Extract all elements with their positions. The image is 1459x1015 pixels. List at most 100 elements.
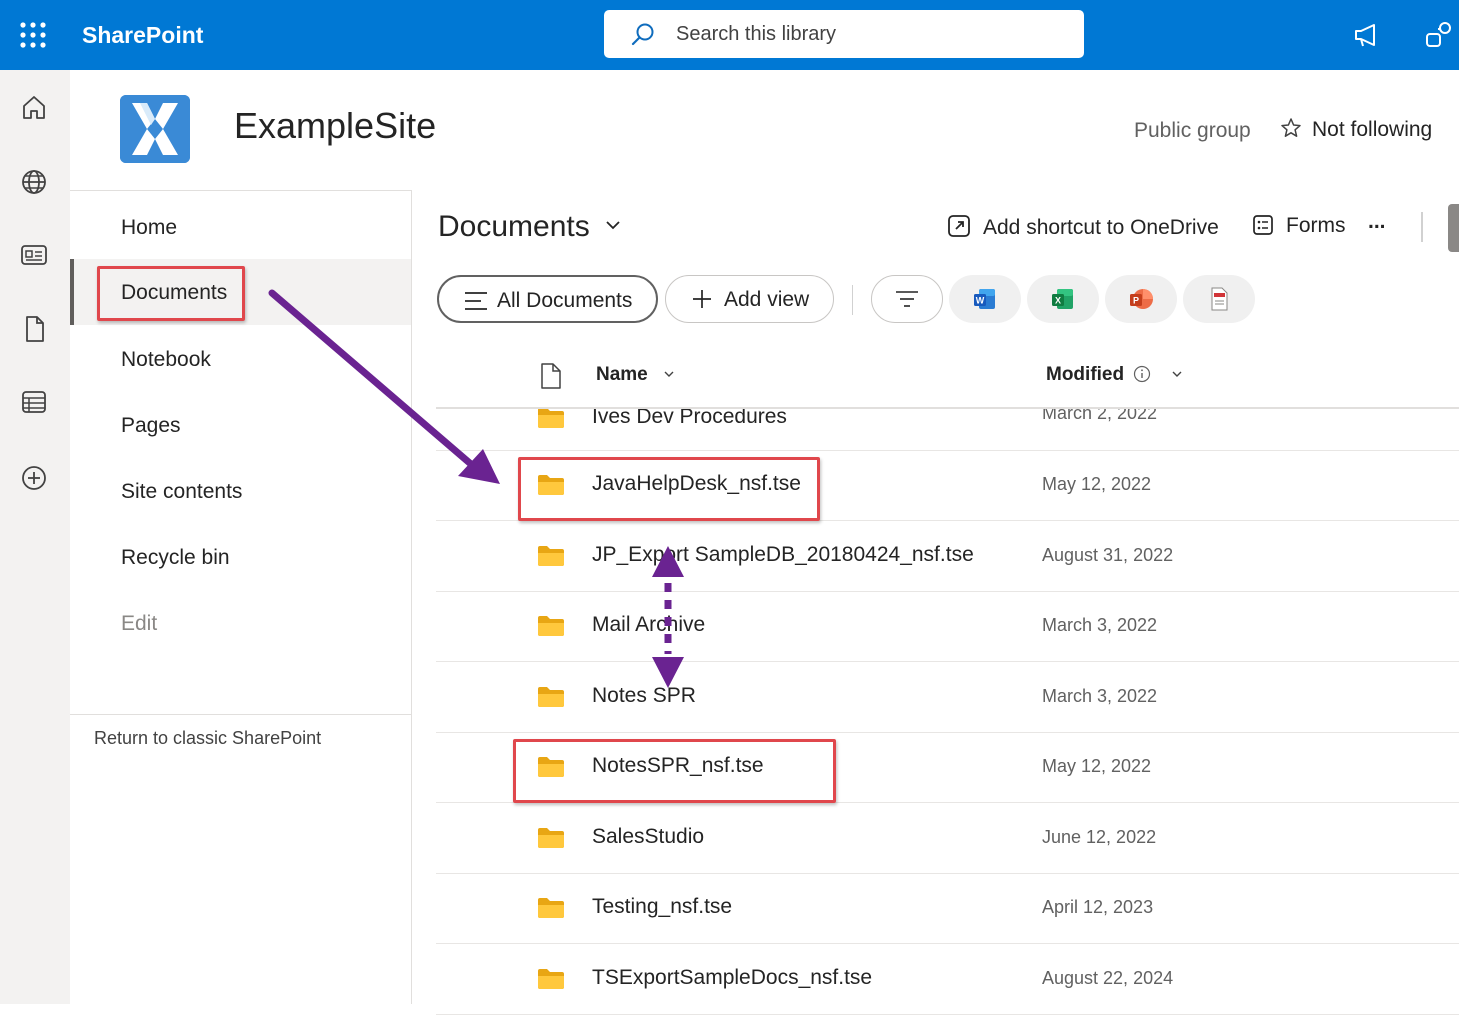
svg-text:W: W [976, 296, 985, 306]
column-modified-label: Modified [1046, 364, 1125, 385]
view-all-documents[interactable]: All Documents [437, 275, 658, 323]
modified-date: April 12, 2023 [1042, 897, 1154, 917]
table-row[interactable]: TSExportSampleDocs_nsf.tse August 22, 202… [436, 944, 1459, 1015]
folder-icon [537, 409, 565, 434]
new-powerpoint-button[interactable]: P [1105, 275, 1177, 323]
forms-icon [1253, 215, 1273, 235]
command-divider [1421, 212, 1423, 242]
powerpoint-icon: P [1130, 289, 1153, 309]
home-icon[interactable] [19, 92, 49, 122]
app-name[interactable]: SharePoint [82, 22, 203, 49]
modified-date: May 12, 2022 [1042, 756, 1152, 776]
nav-label: Home [121, 216, 178, 239]
add-view-label: Add view [724, 288, 810, 311]
folder-icon [537, 545, 565, 572]
table-row[interactable]: SalesStudio June 12, 2022 [436, 803, 1459, 874]
new-excel-button[interactable]: X [1027, 275, 1099, 323]
add-shortcut-button[interactable]: Add shortcut to OneDrive [947, 214, 1219, 240]
forms-button[interactable]: Forms [1252, 214, 1346, 238]
news-icon[interactable] [19, 240, 49, 270]
file-name[interactable]: Testing_nsf.tse [592, 895, 732, 919]
pill-divider [852, 285, 853, 315]
file-name[interactable]: Notes SPR [592, 684, 696, 708]
follow-button[interactable]: Not following [1280, 117, 1432, 142]
nav-label: Recycle bin [121, 546, 230, 569]
filter-button[interactable] [871, 275, 943, 323]
app-bar [0, 70, 70, 1004]
folder-icon [537, 968, 565, 995]
nav-item-notebook[interactable]: Notebook [70, 326, 411, 392]
info-icon [1134, 365, 1151, 383]
modified-date: March 3, 2022 [1042, 615, 1158, 635]
megaphone-icon[interactable] [1352, 20, 1382, 50]
svg-text:P: P [1133, 296, 1139, 306]
highlight-javahelpdesk [518, 457, 820, 521]
file-name[interactable]: JP_Export SampleDB_20180424_nsf.tse [592, 543, 974, 567]
plus-icon [693, 290, 711, 308]
highlight-notesspr [513, 739, 836, 803]
search-box[interactable]: Search this library [604, 10, 1084, 58]
search-placeholder: Search this library [676, 23, 837, 45]
table-row[interactable]: Testing_nsf.tse April 12, 2023 [436, 873, 1459, 944]
svg-text:X: X [1055, 296, 1061, 306]
modified-date: June 12, 2022 [1042, 827, 1157, 847]
nav-edit-link[interactable]: Edit [70, 590, 411, 656]
nav-label: Notebook [121, 348, 211, 371]
modified-date: May 12, 2022 [1042, 474, 1152, 494]
file-icon[interactable] [19, 314, 49, 344]
column-header-row: Name Modified [436, 345, 1459, 409]
new-pdf-button[interactable] [1183, 275, 1255, 323]
file-name[interactable]: SalesStudio [592, 825, 704, 849]
chevron-down-icon [606, 221, 620, 230]
forms-label: Forms [1286, 214, 1346, 237]
nav-item-pages[interactable]: Pages [70, 392, 411, 458]
modified-date: August 31, 2022 [1042, 545, 1174, 565]
chevron-down-icon [1172, 371, 1182, 377]
file-name[interactable]: TSExportSampleDocs_nsf.tse [592, 966, 872, 990]
nav-label: Site contents [121, 480, 243, 503]
nav-label: Edit [121, 612, 158, 635]
library-title-text: Documents [438, 210, 590, 243]
library-title[interactable]: Documents [438, 210, 622, 244]
column-name[interactable]: Name [596, 364, 675, 386]
nav-item-home[interactable]: Home [70, 194, 411, 260]
nav-item-site-contents[interactable]: Site contents [70, 458, 411, 524]
highlight-documents [97, 266, 245, 321]
list-icon[interactable] [19, 387, 49, 417]
folder-icon [537, 686, 565, 713]
add-view-button[interactable]: Add view [665, 275, 834, 323]
add-icon[interactable] [19, 463, 49, 493]
nav-divider [70, 714, 411, 715]
share-icon[interactable] [1424, 20, 1454, 50]
side-panel-edge[interactable] [1448, 204, 1459, 252]
modified-date: March 3, 2022 [1042, 686, 1158, 706]
chevron-down-icon [664, 371, 674, 377]
file-name[interactable]: Mail Archive [592, 613, 705, 637]
app-launcher-icon[interactable] [18, 20, 48, 50]
suite-header: SharePoint Search this library [0, 0, 1459, 70]
new-word-button[interactable]: W [949, 275, 1021, 323]
view-label: All Documents [497, 289, 633, 312]
shortcut-label: Add shortcut to OneDrive [983, 216, 1219, 239]
modified-date: August 22, 2024 [1042, 968, 1174, 988]
folder-icon [537, 827, 565, 854]
return-classic-link[interactable]: Return to classic SharePoint [94, 728, 321, 749]
file-type-icon[interactable] [540, 363, 562, 389]
star-icon [1281, 118, 1301, 137]
table-row[interactable]: Notes SPR March 3, 2022 [436, 662, 1459, 733]
folder-icon [537, 897, 565, 924]
more-options-button[interactable]: ... [1368, 210, 1386, 234]
table-row[interactable]: Mail Archive March 3, 2022 [436, 591, 1459, 662]
nav-label: Pages [121, 414, 181, 437]
site-logo[interactable] [120, 95, 190, 163]
excel-icon: X [1052, 289, 1073, 309]
group-type: Public group [1134, 119, 1251, 142]
site-title[interactable]: ExampleSite [234, 105, 436, 147]
word-icon: W [974, 289, 995, 309]
nav-item-recycle-bin[interactable]: Recycle bin [70, 524, 411, 590]
column-modified[interactable]: Modified [1046, 364, 1183, 386]
table-row[interactable]: JP_Export SampleDB_20180424_nsf.tse Augus… [436, 521, 1459, 592]
pdf-icon [1211, 287, 1228, 311]
folder-icon [537, 615, 565, 642]
globe-icon[interactable] [19, 167, 49, 197]
